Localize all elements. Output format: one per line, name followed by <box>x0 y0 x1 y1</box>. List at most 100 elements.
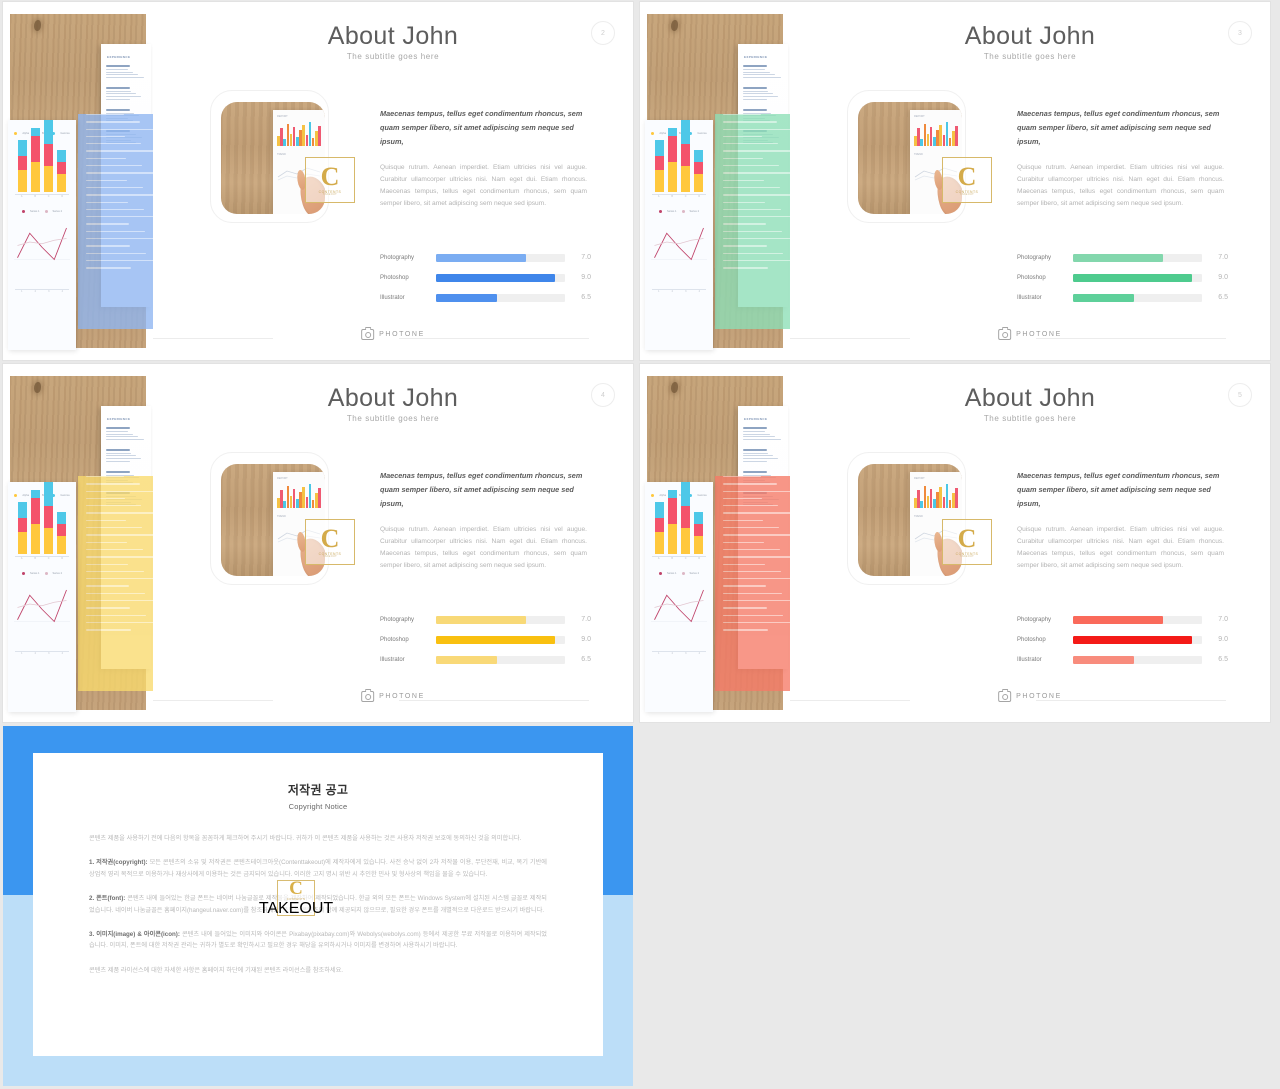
accent-panel-line <box>86 607 130 609</box>
resume-block <box>743 448 783 462</box>
page-subtitle: The subtitle goes here <box>983 52 1077 61</box>
chart-label: TREND <box>914 153 923 156</box>
legend-label: Series 2 <box>52 572 63 575</box>
legend-label: Series 2 <box>689 572 700 575</box>
resume-text-line <box>106 433 134 435</box>
accent-panel-line <box>86 150 153 152</box>
accent-panel-line <box>86 629 131 631</box>
legend-dot <box>14 494 18 497</box>
axis-tick: 3 <box>685 290 687 293</box>
slide-footer: PHOTONE <box>790 327 1270 349</box>
accent-panel-line <box>723 245 767 247</box>
lead-paragraph: Maecenas tempus, tellus eget condimentum… <box>1017 471 1220 508</box>
accent-panel-line <box>86 238 153 240</box>
accent-panel-line <box>86 483 141 485</box>
resume-text-line <box>106 95 142 97</box>
resume-block-title <box>106 108 130 111</box>
photo-collage: EXPERIENCEAlphaBetaGammaABCDSeries 1Seri… <box>3 364 153 722</box>
axis-tick: B <box>671 195 673 198</box>
skill-fill <box>1073 253 1164 262</box>
bar-segment <box>57 536 66 554</box>
resume-text-line <box>743 69 765 70</box>
copyright-paragraph: 콘텐츠 제품을 사용하기 전에 다음의 항목을 꼼꼼하게 체크하여 주시기 바랍… <box>89 835 522 842</box>
page-title: About John <box>964 384 1096 412</box>
accent-panel-line <box>86 128 153 130</box>
bar-segment <box>31 162 40 192</box>
legend-label: Alpha <box>659 132 667 135</box>
bar-segment <box>18 170 27 192</box>
bar-segment <box>655 156 664 170</box>
resume-heading: EXPERIENCE <box>744 417 768 421</box>
wood-edge-top <box>10 2 146 14</box>
resume-text-line <box>743 460 768 462</box>
resume-block <box>106 86 146 100</box>
resume-text-line <box>743 455 773 457</box>
axis-tick: 3 <box>685 652 687 655</box>
bar-column <box>57 150 66 192</box>
legend-dot <box>21 210 25 213</box>
skill-value: 7.0 <box>581 616 591 623</box>
axis-tick: A <box>20 195 23 198</box>
accent-panel-line <box>86 179 127 181</box>
skill-track <box>436 615 565 624</box>
bar-segment <box>18 518 27 532</box>
bar-column <box>18 140 27 192</box>
chart-legend: AlphaBetaGamma <box>12 132 72 135</box>
skill-value: 9.0 <box>581 636 591 643</box>
skill-fill <box>1073 635 1192 644</box>
bar-segment <box>44 166 53 192</box>
resume-block <box>106 448 146 462</box>
axis-tick: 2 <box>671 290 673 293</box>
bar-segment <box>57 524 66 536</box>
accent-panel-line <box>86 172 153 174</box>
bar-segment <box>31 490 40 498</box>
axis-tick: 2 <box>34 652 36 655</box>
slide-thumbnail[interactable]: EXPERIENCEAlphaBetaGammaABCDSeries 1Seri… <box>3 2 633 360</box>
footer-rule-right <box>399 338 589 339</box>
skill-row: Illustrator 6.5 <box>1017 290 1228 305</box>
bar-segment <box>44 528 53 554</box>
axis-tick: 1 <box>21 290 23 293</box>
resume-text-line <box>743 452 768 454</box>
line-chart-legend: Series 1 Series 2 <box>12 572 72 575</box>
resume-text-line <box>743 74 776 76</box>
slide-thumbnail[interactable]: EXPERIENCEAlphaBetaGammaABCDSeries 1Seri… <box>3 364 633 722</box>
line-chart-legend: Series 1 Series 2 <box>649 572 709 575</box>
resume-block <box>106 65 146 78</box>
page-subtitle: The subtitle goes here <box>346 414 440 423</box>
watermark-letter: C <box>320 523 340 553</box>
footer-rule-left <box>790 700 910 701</box>
resume-text-line <box>743 438 781 440</box>
slide-thumbnail[interactable]: EXPERIENCEAlphaBetaGammaABCDSeries 1Seri… <box>640 364 1270 722</box>
accent-panel-line <box>723 179 764 181</box>
skill-bar-list: Photography 7.0 Photoshop 9.0 Illustrator 6.5 <box>1017 250 1228 310</box>
bar-segment <box>668 136 677 162</box>
skill-row: Photography 7.0 <box>380 250 591 265</box>
legend-label: Series 1 <box>666 572 677 575</box>
chart-label: REPORT <box>277 115 288 118</box>
line-chart <box>651 583 707 645</box>
accent-panel-line <box>723 578 790 580</box>
resume-heading: EXPERIENCE <box>744 55 768 59</box>
accent-panel-line <box>86 194 153 196</box>
footer-rule-left <box>790 338 910 339</box>
resume-text-line <box>106 431 128 432</box>
skill-row: Illustrator 6.5 <box>1017 652 1228 667</box>
bar-segment <box>668 128 677 136</box>
accent-panel-line <box>723 556 790 558</box>
skill-row: Photography 7.0 <box>1017 250 1228 265</box>
skill-fill <box>436 635 555 644</box>
footer-rule-left <box>153 700 273 701</box>
mini-chart-card: AlphaBetaGamma A B C D Series 1 Series 2 1 2 3 4 <box>645 482 713 712</box>
legend-label: Alpha <box>22 132 30 135</box>
body-paragraph: Quisque rutrum. Aenean imperdiet. Etiam … <box>1017 164 1224 207</box>
watermark-sub: TAKEOUT <box>322 554 338 558</box>
resume-block-title <box>743 86 767 89</box>
resume-text-line <box>743 433 771 435</box>
bar <box>955 126 958 146</box>
bar-column <box>655 140 664 192</box>
legend-dot <box>658 572 662 575</box>
accent-panel-line <box>86 259 153 262</box>
slide-thumbnail[interactable]: EXPERIENCEAlphaBetaGammaABCDSeries 1Seri… <box>640 2 1270 360</box>
axis-tick: 1 <box>658 290 660 293</box>
